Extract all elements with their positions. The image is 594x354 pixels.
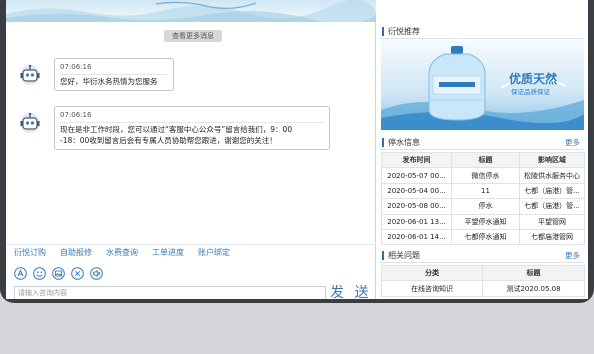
notice-title: 11 bbox=[451, 182, 520, 200]
outage-more-link[interactable]: 更多 bbox=[565, 135, 580, 150]
notice-title: 平望停水通知 bbox=[451, 213, 520, 230]
robot-avatar-icon bbox=[20, 64, 40, 85]
background-strip bbox=[0, 303, 594, 354]
publish-time: 2020-05-07 00... bbox=[381, 167, 452, 184]
outage-title: 停水信息 bbox=[388, 138, 420, 147]
product-subslogan: 保证品质保证 bbox=[511, 88, 550, 96]
faq-category: 在线咨询知识 bbox=[381, 280, 483, 297]
message-text-line: 现在是非工作时段，您可以通过“客服中心公众号”留言给我们，9：00 bbox=[60, 125, 293, 134]
link-order[interactable]: 衍悦订购 bbox=[14, 247, 46, 258]
faq-title: 相关问题 bbox=[388, 251, 420, 260]
recommend-header: 衍悦推荐 bbox=[380, 24, 584, 39]
send-button[interactable]: 发 送 bbox=[330, 285, 371, 299]
product-slogan: 优质天然 bbox=[509, 72, 558, 86]
font-icon[interactable] bbox=[14, 267, 27, 280]
chat-message: 07:06:16 您好，华衍水务热情为您服务 bbox=[18, 58, 348, 92]
header-banner bbox=[6, 0, 376, 22]
link-self-repair[interactable]: 自助报修 bbox=[60, 247, 92, 258]
load-more-history-button[interactable]: 查看更多消息 bbox=[164, 30, 222, 42]
chat-toolbar: 衍悦订购 自助报修 水费查询 工单进度 账户绑定 请输入咨询内容 发 送 bbox=[6, 244, 376, 299]
notice-title: 七都停水通知 bbox=[451, 228, 520, 246]
image-icon[interactable] bbox=[52, 267, 65, 280]
message-time: 07:06:16 bbox=[60, 110, 324, 123]
table-row[interactable]: 2020-05-07 00... 微信停水 松陵供水服务中心 bbox=[381, 167, 585, 184]
quick-links: 衍悦订购 自助报修 水费查询 工单进度 账户绑定 bbox=[14, 247, 230, 258]
affected-area: 七都庙港管网 bbox=[519, 228, 585, 246]
table-row[interactable]: 2020-06-01 13... 平望停水通知 平望管网 bbox=[381, 213, 585, 230]
link-ticket-progress[interactable]: 工单进度 bbox=[152, 247, 184, 258]
publish-time: 2020-06-01 13... bbox=[381, 213, 452, 230]
chat-window: 查看更多消息 07:06:16 您好，华衍水务热情为您服务 07:06:16 现… bbox=[6, 0, 588, 299]
column-header: 标题 bbox=[451, 151, 520, 169]
column-header: 分类 bbox=[381, 264, 483, 282]
column-header: 发布时间 bbox=[381, 151, 452, 169]
column-header: 标题 bbox=[482, 264, 585, 282]
message-bubble: 07:06:16 您好，华衍水务热情为您服务 bbox=[54, 58, 174, 91]
faq-header: 相关问题 更多 bbox=[380, 248, 584, 263]
message-text: 您好，华衍水务热情为您服务 bbox=[60, 77, 158, 86]
table-header-row: 发布时间 标题 影响区域 bbox=[381, 151, 585, 169]
mute-sound-icon[interactable] bbox=[90, 267, 103, 280]
product-banner[interactable]: 优质天然 保证品质保证 bbox=[381, 40, 584, 130]
emoji-icon[interactable] bbox=[33, 267, 46, 280]
publish-time: 2020-06-01 14... bbox=[381, 228, 452, 246]
publish-time: 2020-05-08 00... bbox=[381, 198, 452, 215]
column-header: 影响区域 bbox=[519, 151, 585, 169]
table-row[interactable]: 2020-05-04 00... 11 七都（庙港）管... bbox=[381, 182, 585, 200]
robot-avatar-icon bbox=[20, 112, 40, 133]
info-sidebar: 衍悦推荐 优质天然 保证品质保证 停水信息 更多 发布时间 标题 影响区域 20… bbox=[380, 22, 588, 299]
table-row[interactable]: 2020-06-01 14... 七都停水通知 七都庙港管网 bbox=[381, 228, 585, 246]
table-row[interactable]: 在线咨询知识 测试2020.05.08 bbox=[381, 280, 585, 297]
message-text-line: -18：00收到留言后会有专属人员协助帮您跟进，谢谢您的关注！ bbox=[60, 136, 277, 145]
close-session-icon[interactable] bbox=[71, 267, 84, 280]
chat-message: 07:06:16 现在是非工作时段，您可以通过“客服中心公众号”留言给我们，9：… bbox=[18, 106, 358, 150]
table-row[interactable]: 2020-05-08 00... 停水 七都（庙港）管... bbox=[381, 198, 585, 215]
notice-title: 停水 bbox=[451, 198, 520, 215]
affected-area: 七都（庙港）管... bbox=[519, 182, 585, 200]
outage-table: 发布时间 标题 影响区域 2020-05-07 00... 微信停水 松陵供水服… bbox=[381, 151, 585, 246]
affected-area: 平望管网 bbox=[519, 213, 585, 230]
notice-title: 微信停水 bbox=[451, 167, 520, 184]
publish-time: 2020-05-04 00... bbox=[381, 182, 452, 200]
recommend-title: 衍悦推荐 bbox=[388, 27, 420, 36]
link-account-binding[interactable]: 账户绑定 bbox=[198, 247, 230, 258]
chat-panel: 查看更多消息 07:06:16 您好，华衍水务热情为您服务 07:06:16 现… bbox=[6, 22, 376, 299]
device-frame: 查看更多消息 07:06:16 您好，华衍水务热情为您服务 07:06:16 现… bbox=[0, 0, 594, 303]
faq-table: 分类 标题 在线咨询知识 测试2020.05.08 bbox=[381, 264, 585, 297]
input-tool-icons bbox=[14, 267, 103, 280]
message-time: 07:06:16 bbox=[60, 62, 168, 75]
link-bill-query[interactable]: 水费查询 bbox=[106, 247, 138, 258]
affected-area: 七都（庙港）管... bbox=[519, 198, 585, 215]
message-bubble: 07:06:16 现在是非工作时段，您可以通过“客服中心公众号”留言给我们，9：… bbox=[54, 106, 330, 150]
affected-area: 松陵供水服务中心 bbox=[519, 167, 585, 184]
faq-more-link[interactable]: 更多 bbox=[565, 248, 580, 263]
message-input[interactable]: 请输入咨询内容 bbox=[14, 286, 326, 299]
table-header-row: 分类 标题 bbox=[381, 264, 585, 282]
faq-item-title: 测试2020.05.08 bbox=[482, 280, 585, 297]
outage-header: 停水信息 更多 bbox=[380, 135, 584, 150]
